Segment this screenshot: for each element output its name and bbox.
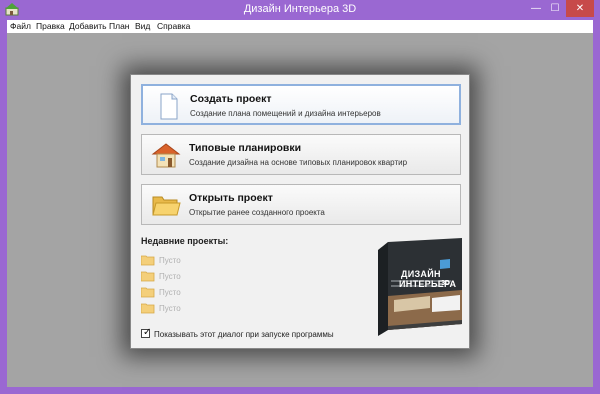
create-project-label: Создать проект	[190, 93, 272, 105]
show-on-startup-row[interactable]: ✓ Показывать этот диалог при запуске про…	[141, 327, 361, 340]
show-on-startup-checkbox[interactable]: ✓	[141, 327, 152, 338]
house-icon	[151, 143, 181, 168]
check-mark-icon: ✓	[143, 327, 152, 338]
recent-project-name: Пусто	[159, 272, 181, 281]
recent-project-name: Пусто	[159, 304, 181, 313]
menu-bar: Файл Правка Добавить План Вид Справка	[7, 20, 593, 33]
folder-icon	[141, 287, 155, 298]
open-project-label: Открыть проект	[189, 192, 273, 204]
open-project-desc: Открытие ранее созданного проекта	[189, 208, 325, 217]
typical-layouts-label: Типовые планировки	[189, 142, 302, 154]
app-window: Дизайн Интерьера 3D — ☐ ✕ Файл Правка До…	[0, 0, 600, 394]
typical-layouts-button[interactable]: Типовые планировки Создание дизайна на о…	[141, 134, 461, 175]
menu-view[interactable]: Вид	[135, 21, 150, 31]
show-on-startup-label: Показывать этот диалог при запуске прогр…	[154, 330, 334, 339]
menu-help[interactable]: Справка	[157, 21, 190, 31]
folder-icon	[141, 255, 155, 266]
new-document-icon	[160, 93, 178, 120]
window-title: Дизайн Интерьера 3D	[243, 3, 357, 15]
recent-project-name: Пусто	[159, 256, 181, 265]
folder-icon	[141, 303, 155, 314]
minimize-button[interactable]: —	[528, 0, 544, 17]
open-project-button[interactable]: Открыть проект Открытие ранее созданного…	[141, 184, 461, 225]
create-project-desc: Создание плана помещений и дизайна интер…	[190, 109, 381, 118]
menu-plan[interactable]: План	[109, 21, 130, 31]
open-folder-icon	[152, 196, 181, 216]
folder-icon	[141, 271, 155, 282]
box-3d-badge: 3D	[441, 280, 450, 287]
title-bar[interactable]: Дизайн Интерьера 3D — ☐ ✕	[0, 0, 600, 20]
menu-add[interactable]: Добавить	[69, 21, 107, 31]
maximize-button[interactable]: ☐	[547, 0, 563, 17]
recent-project-name: Пусто	[159, 288, 181, 297]
recent-projects-heading: Недавние проекты:	[141, 236, 229, 246]
menu-edit[interactable]: Правка	[36, 21, 65, 31]
create-project-button[interactable]: Создать проект Создание плана помещений …	[141, 84, 461, 125]
box-title-line1: ДИЗАЙН	[401, 269, 441, 279]
start-dialog: Создать проект Создание плана помещений …	[130, 74, 470, 349]
close-button[interactable]: ✕	[566, 0, 594, 17]
menu-file[interactable]: Файл	[10, 21, 31, 31]
typical-layouts-desc: Создание дизайна на основе типовых плани…	[189, 158, 408, 167]
